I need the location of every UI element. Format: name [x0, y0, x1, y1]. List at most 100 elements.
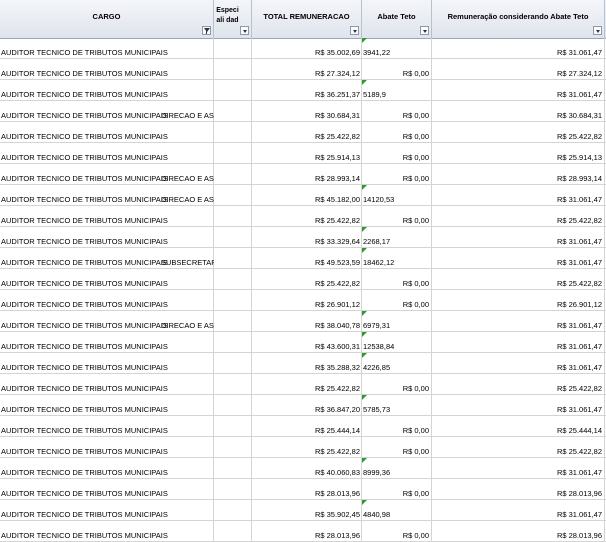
cell-abate[interactable]: R$ 0,00: [362, 290, 432, 311]
cell-rem-abate[interactable]: R$ 31.061,47: [432, 500, 605, 521]
cell-especialidade[interactable]: [214, 353, 252, 374]
cell-total[interactable]: R$ 43.600,31: [252, 332, 362, 353]
cell-total[interactable]: R$ 25.422,82: [252, 269, 362, 290]
cell-total[interactable]: R$ 27.324,12: [252, 59, 362, 80]
filter-button-cargo[interactable]: [202, 26, 211, 35]
cell-rem-abate[interactable]: R$ 31.061,47: [432, 311, 605, 332]
cell-especialidade[interactable]: [214, 290, 252, 311]
cell-rem-abate[interactable]: R$ 28.013,96: [432, 479, 605, 500]
cell-cargo[interactable]: AUDITOR TECNICO DE TRIBUTOS MUNICIPAIS: [0, 143, 214, 164]
cell-abate[interactable]: 6979,31: [362, 311, 432, 332]
cell-abate[interactable]: R$ 0,00: [362, 479, 432, 500]
cell-especialidade[interactable]: [214, 500, 252, 521]
cell-total[interactable]: R$ 25.422,82: [252, 206, 362, 227]
cell-abate[interactable]: 4226,85: [362, 353, 432, 374]
cell-especialidade[interactable]: [214, 101, 252, 122]
cell-especialidade[interactable]: [214, 248, 252, 269]
cell-abate[interactable]: 5189,9: [362, 80, 432, 101]
cell-especialidade[interactable]: [214, 227, 252, 248]
cell-total[interactable]: R$ 25.444,14: [252, 416, 362, 437]
cell-abate[interactable]: R$ 0,00: [362, 122, 432, 143]
cell-cargo[interactable]: AUDITOR TECNICO DE TRIBUTOS MUNICIPAIS: [0, 521, 214, 542]
cell-abate[interactable]: R$ 0,00: [362, 521, 432, 542]
cell-total[interactable]: R$ 38.040,78: [252, 311, 362, 332]
cell-total[interactable]: R$ 25.422,82: [252, 374, 362, 395]
cell-rem-abate[interactable]: R$ 30.684,31: [432, 101, 605, 122]
cell-cargo[interactable]: AUDITOR TECNICO DE TRIBUTOS MUNICIPAIS: [0, 80, 214, 101]
cell-rem-abate[interactable]: R$ 28.013,96: [432, 521, 605, 542]
cell-total[interactable]: R$ 26.901,12: [252, 290, 362, 311]
cell-especialidade[interactable]: [214, 80, 252, 101]
filter-button-total[interactable]: [350, 26, 359, 35]
cell-especialidade[interactable]: [214, 269, 252, 290]
cell-rem-abate[interactable]: R$ 25.422,82: [432, 122, 605, 143]
cell-especialidade[interactable]: [214, 437, 252, 458]
filter-button-rem-abate[interactable]: [593, 26, 602, 35]
cell-rem-abate[interactable]: R$ 25.422,82: [432, 374, 605, 395]
cell-especialidade[interactable]: [214, 521, 252, 542]
cell-rem-abate[interactable]: R$ 31.061,47: [432, 185, 605, 206]
cell-rem-abate[interactable]: R$ 31.061,47: [432, 80, 605, 101]
cell-cargo[interactable]: AUDITOR TECNICO DE TRIBUTOS MUNICIPAIS: [0, 437, 214, 458]
filter-button-abate[interactable]: [420, 26, 429, 35]
cell-total[interactable]: R$ 25.914,13: [252, 143, 362, 164]
cell-total[interactable]: R$ 35.288,32: [252, 353, 362, 374]
cell-especialidade[interactable]: [214, 206, 252, 227]
cell-rem-abate[interactable]: R$ 31.061,47: [432, 395, 605, 416]
cell-cargo[interactable]: AUDITOR TECNICO DE TRIBUTOS MUNICIPAIS: [0, 38, 214, 59]
cell-rem-abate[interactable]: R$ 31.061,47: [432, 332, 605, 353]
cell-abate[interactable]: 12538,84: [362, 332, 432, 353]
cell-total[interactable]: R$ 28.013,96: [252, 479, 362, 500]
cell-cargo[interactable]: AUDITOR TECNICO DE TRIBUTOS MUNICIPAIS: [0, 269, 214, 290]
cell-especialidade[interactable]: [214, 395, 252, 416]
cell-abate[interactable]: R$ 0,00: [362, 269, 432, 290]
cell-cargo[interactable]: AUDITOR TECNICO DE TRIBUTOS MUNICIPAIS: [0, 416, 214, 437]
cell-especialidade[interactable]: [214, 143, 252, 164]
cell-abate[interactable]: R$ 0,00: [362, 206, 432, 227]
cell-total[interactable]: R$ 40.060,83: [252, 458, 362, 479]
cell-especialidade[interactable]: [214, 416, 252, 437]
cell-cargo[interactable]: AUDITOR TECNICO DE TRIBUTOS MUNICIPAIS: [0, 374, 214, 395]
cell-cargo[interactable]: AUDITOR TECNICO DE TRIBUTOS MUNICIPAIS: [0, 395, 214, 416]
cell-total[interactable]: R$ 35.002,69: [252, 38, 362, 59]
cell-total[interactable]: R$ 35.902,45: [252, 500, 362, 521]
cell-especialidade[interactable]: [214, 185, 252, 206]
cell-abate[interactable]: 4840,98: [362, 500, 432, 521]
cell-cargo[interactable]: AUDITOR TECNICO DE TRIBUTOS MUNICIPAIS: [0, 458, 214, 479]
cell-cargo[interactable]: AUDITOR TECNICO DE TRIBUTOS MUNICIPAIS: [0, 59, 214, 80]
cell-especialidade[interactable]: [214, 38, 252, 59]
cell-abate[interactable]: R$ 0,00: [362, 101, 432, 122]
cell-abate[interactable]: 8999,36: [362, 458, 432, 479]
cell-abate[interactable]: R$ 0,00: [362, 164, 432, 185]
cell-especialidade[interactable]: [214, 479, 252, 500]
cell-cargo[interactable]: AUDITOR TECNICO DE TRIBUTOS MUNICIPAIS: [0, 290, 214, 311]
cell-cargo[interactable]: AUDITOR TECNICO DE TRIBUTOS MUNICIPAIS: [0, 206, 214, 227]
cell-cargo[interactable]: AUDITOR TECNICO DE TRIBUTOS MUNICIPAIS: [0, 332, 214, 353]
cell-abate[interactable]: R$ 0,00: [362, 437, 432, 458]
cell-especialidade[interactable]: [214, 122, 252, 143]
cell-cargo[interactable]: AUDITOR TECNICO DE TRIBUTOS MUNICIPAIS: [0, 500, 214, 521]
cell-total[interactable]: R$ 33.329,64: [252, 227, 362, 248]
cell-cargo[interactable]: AUDITOR TECNICO DE TRIBUTOS MUNICIPAIS: [0, 227, 214, 248]
cell-total[interactable]: R$ 25.422,82: [252, 437, 362, 458]
cell-rem-abate[interactable]: R$ 25.422,82: [432, 437, 605, 458]
cell-rem-abate[interactable]: R$ 26.901,12: [432, 290, 605, 311]
cell-especialidade[interactable]: [214, 59, 252, 80]
cell-especialidade[interactable]: [214, 311, 252, 332]
cell-total[interactable]: R$ 36.251,37: [252, 80, 362, 101]
filter-button-especialidade[interactable]: [240, 26, 249, 35]
cell-rem-abate[interactable]: R$ 25.444,14: [432, 416, 605, 437]
cell-total[interactable]: R$ 25.422,82: [252, 122, 362, 143]
cell-rem-abate[interactable]: R$ 31.061,47: [432, 353, 605, 374]
cell-total[interactable]: R$ 36.847,20: [252, 395, 362, 416]
cell-abate[interactable]: R$ 0,00: [362, 143, 432, 164]
cell-abate[interactable]: 5785,73: [362, 395, 432, 416]
cell-rem-abate[interactable]: R$ 25.422,82: [432, 269, 605, 290]
cell-rem-abate[interactable]: R$ 28.993,14: [432, 164, 605, 185]
cell-abate[interactable]: 3941,22: [362, 38, 432, 59]
cell-abate[interactable]: 18462,12: [362, 248, 432, 269]
cell-especialidade[interactable]: [214, 374, 252, 395]
cell-abate[interactable]: 2268,17: [362, 227, 432, 248]
cell-especialidade[interactable]: [214, 164, 252, 185]
cell-cargo[interactable]: AUDITOR TECNICO DE TRIBUTOS MUNICIPAIS: [0, 122, 214, 143]
